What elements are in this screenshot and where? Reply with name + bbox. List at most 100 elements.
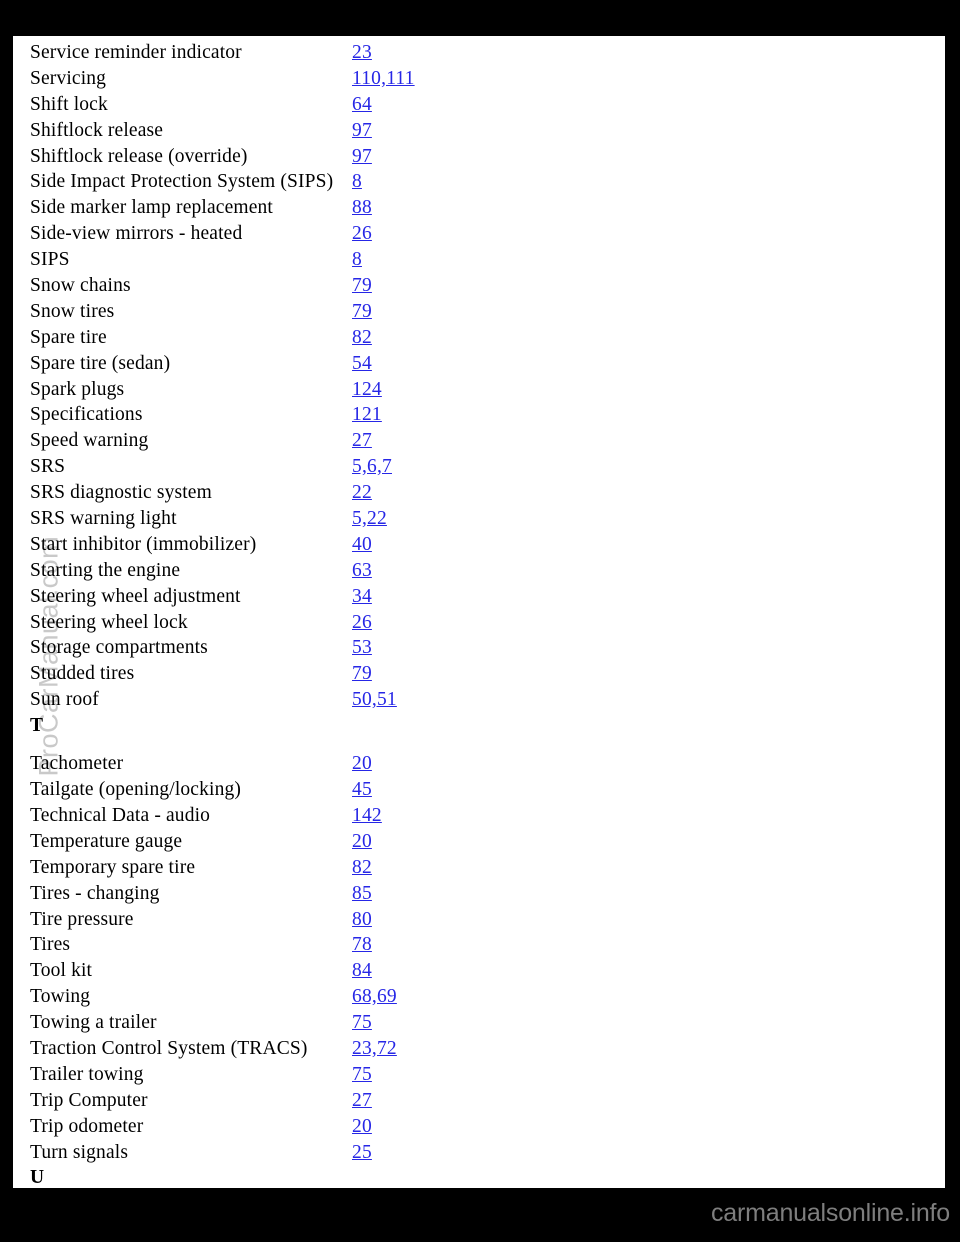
index-entry-page-link[interactable]: 5,6,7 <box>352 454 392 480</box>
index-entry-row: Studded tires 79 <box>30 661 930 687</box>
index-entry-label: Sun roof <box>30 689 99 711</box>
index-entry-page-link[interactable]: 79 <box>352 299 372 325</box>
index-entry-label: Studded tires <box>30 663 135 685</box>
index-entry-row: Tires 78 <box>30 932 930 958</box>
index-entry-row: Tool kit 84 <box>30 958 930 984</box>
index-entry-page-link[interactable]: 25 <box>352 1140 372 1166</box>
index-entry-row: Trip odometer 20 <box>30 1114 930 1140</box>
index-entry-page-link[interactable]: 26 <box>352 221 372 247</box>
index-entry-row: Shiftlock release 97 <box>30 118 930 144</box>
index-entry-page-link[interactable]: 63 <box>352 558 372 584</box>
index-entry-page-link[interactable]: 23,72 <box>352 1036 397 1062</box>
index-entry-label: Trailer towing <box>30 1063 144 1085</box>
index-entry-page-link[interactable]: 124 <box>352 377 382 403</box>
index-entry-page-link[interactable]: 45 <box>352 777 372 803</box>
index-entry-page-link[interactable]: 97 <box>352 118 372 144</box>
index-entry-label: Temperature gauge <box>30 830 183 852</box>
index-entry-row: Steering wheel lock 26 <box>30 610 930 636</box>
index-entry-row: Trip Computer 27 <box>30 1088 930 1114</box>
index-entry-page-link[interactable]: 79 <box>352 661 372 687</box>
index-entry-row: Servicing 110,111 <box>30 66 930 92</box>
index-entry-page-link[interactable]: 121 <box>352 402 382 428</box>
index-entry-row: Speed warning 27 <box>30 428 930 454</box>
index-entry-page-link[interactable]: 20 <box>352 751 372 777</box>
index-entry-label: Side-view mirrors - heated <box>30 223 243 245</box>
index-entry-page-link[interactable]: 79 <box>352 273 372 299</box>
index-entry-page-link[interactable]: 82 <box>352 855 372 881</box>
index-entry-row: Temporary spare tire 82 <box>30 855 930 881</box>
index-entry-label: SRS warning light <box>30 508 177 530</box>
index-entry-label: Servicing <box>30 67 107 89</box>
index-entry-label: Towing a trailer <box>30 1012 157 1034</box>
index-entry-list: Service reminder indicator 23 Servicing 110… <box>30 40 930 1188</box>
index-entry-label: Tachometer <box>30 753 124 775</box>
index-entry-row: Spark plugs 124 <box>30 377 930 403</box>
index-entry-page-link[interactable]: 20 <box>352 829 372 855</box>
index-entry-row: SRS diagnostic system 22 <box>30 480 930 506</box>
index-section-heading: U <box>30 1165 930 1188</box>
index-entry-page-link[interactable]: 84 <box>352 958 372 984</box>
index-entry-page-link[interactable]: 54 <box>352 351 372 377</box>
index-entry-label: Specifications <box>30 404 143 426</box>
index-entry-page-link[interactable]: 110,111 <box>352 66 415 92</box>
index-entry-row: Spare tire (sedan) 54 <box>30 351 930 377</box>
index-entry-page-link[interactable]: 75 <box>352 1010 372 1036</box>
index-entry-page-link[interactable]: 97 <box>352 144 372 170</box>
section-letter: U <box>30 1167 45 1188</box>
index-entry-row: Snow tires 79 <box>30 299 930 325</box>
index-entry-page-link[interactable]: 88 <box>352 195 372 221</box>
index-entry-label: SRS diagnostic system <box>30 482 212 504</box>
index-entry-row: Technical Data - audio 142 <box>30 803 930 829</box>
index-entry-page-link[interactable]: 82 <box>352 325 372 351</box>
index-entry-page-link[interactable]: 27 <box>352 428 372 454</box>
index-entry-row: Tachometer 20 <box>30 751 930 777</box>
index-entry-row: Shiftlock release (override) 97 <box>30 144 930 170</box>
index-entry-page-link[interactable]: 5,22 <box>352 506 387 532</box>
index-entry-row: Trailer towing 75 <box>30 1062 930 1088</box>
index-entry-row: Traction Control System (TRACS) 23,72 <box>30 1036 930 1062</box>
index-entry-label: Technical Data - audio <box>30 804 211 826</box>
index-entry-label: Steering wheel adjustment <box>30 585 241 607</box>
index-entry-page-link[interactable]: 75 <box>352 1062 372 1088</box>
index-entry-label: Side marker lamp replacement <box>30 197 273 219</box>
index-entry-row: Specifications 121 <box>30 402 930 428</box>
index-entry-page-link[interactable]: 142 <box>352 803 382 829</box>
index-entry-page-link[interactable]: 40 <box>352 532 372 558</box>
index-entry-label: Speed warning <box>30 430 149 452</box>
index-entry-page-link[interactable]: 27 <box>352 1088 372 1114</box>
index-entry-label: Temporary spare tire <box>30 856 196 878</box>
index-entry-page-link[interactable]: 23 <box>352 40 372 66</box>
index-entry-page-link[interactable]: 80 <box>352 907 372 933</box>
index-entry-page-link[interactable]: 34 <box>352 584 372 610</box>
index-entry-label: SIPS <box>30 249 70 271</box>
index-entry-page-link[interactable]: 64 <box>352 92 372 118</box>
index-entry-row: Turn signals 25 <box>30 1140 930 1166</box>
index-entry-page-link[interactable]: 20 <box>352 1114 372 1140</box>
index-entry-page-link[interactable]: 8 <box>352 169 362 195</box>
index-entry-row: Snow chains 79 <box>30 273 930 299</box>
index-entry-page-link[interactable]: 85 <box>352 881 372 907</box>
index-entry-page-link[interactable]: 8 <box>352 247 362 273</box>
index-entry-label: Side Impact Protection System (SIPS) <box>30 171 334 193</box>
index-entry-page-link[interactable]: 26 <box>352 610 372 636</box>
index-entry-row: Start inhibitor (immobilizer) 40 <box>30 532 930 558</box>
index-entry-label: Snow tires <box>30 300 115 322</box>
index-entry-page-link[interactable]: 78 <box>352 932 372 958</box>
index-entry-row: Tires - changing 85 <box>30 881 930 907</box>
index-entry-row: Side Impact Protection System (SIPS) 8 <box>30 169 930 195</box>
index-entry-row: Sun roof 50,51 <box>30 687 930 713</box>
index-entry-page-link[interactable]: 22 <box>352 480 372 506</box>
index-entry-label: Trip odometer <box>30 1115 144 1137</box>
index-entry-row: SIPS 8 <box>30 247 930 273</box>
index-entry-row: Towing 68,69 <box>30 984 930 1010</box>
index-entry-row: SRS 5,6,7 <box>30 454 930 480</box>
index-entry-label: Tires - changing <box>30 882 160 904</box>
index-entry-page-link[interactable]: 53 <box>352 635 372 661</box>
index-entry-row: SRS warning light 5,22 <box>30 506 930 532</box>
index-entry-label: Turn signals <box>30 1141 129 1163</box>
index-entry-page-link[interactable]: 50,51 <box>352 687 397 713</box>
index-entry-label: Steering wheel lock <box>30 611 188 633</box>
index-entry-page-link[interactable]: 68,69 <box>352 984 397 1010</box>
document-page: ProCarManual.com Service reminder indica… <box>13 36 945 1188</box>
index-entry-row: Starting the engine 63 <box>30 558 930 584</box>
